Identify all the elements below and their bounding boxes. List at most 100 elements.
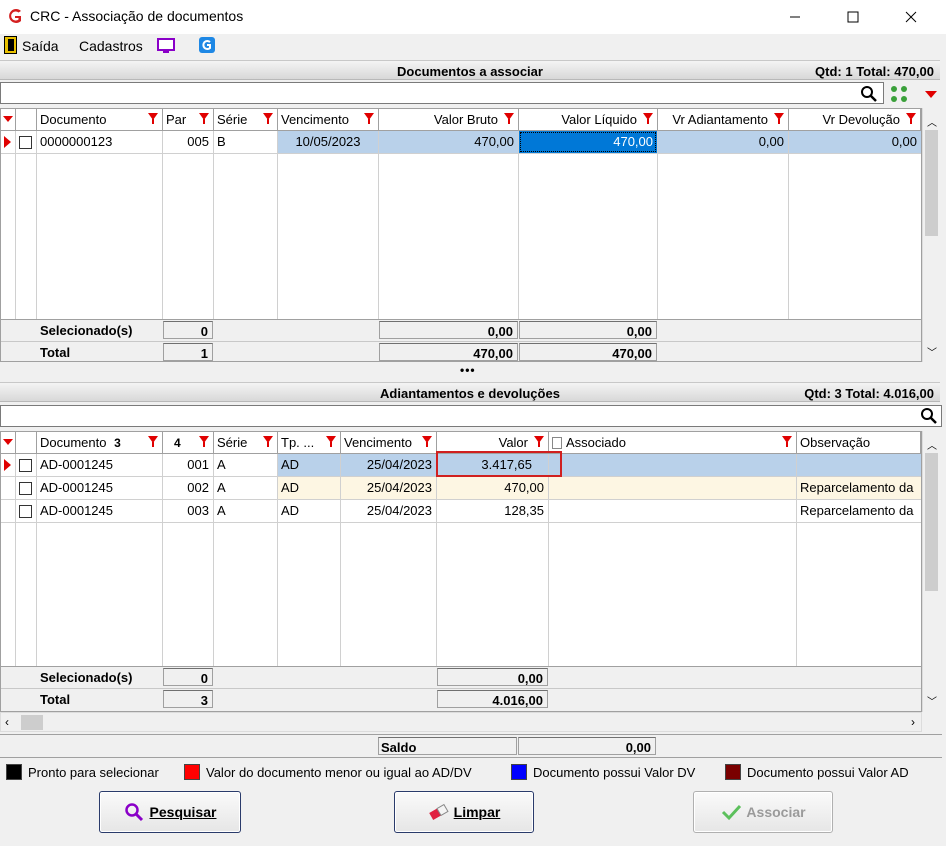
bottom-total-count: 3 xyxy=(163,690,213,708)
row-checkbox[interactable] xyxy=(19,505,32,518)
bottom-col-associado[interactable]: Associado xyxy=(549,432,797,454)
app-logo-icon xyxy=(6,7,24,25)
top-total-label: Total xyxy=(40,345,71,360)
scroll-left-icon[interactable]: ‹ xyxy=(5,715,9,729)
legend-swatch-black xyxy=(6,764,22,780)
top-col-valor-liquido[interactable]: Valor Líquido xyxy=(519,109,658,131)
bottom-vertical-scrollbar[interactable]: ︿ ﹀ xyxy=(922,431,940,712)
cell-vencimento: 10/05/2023 xyxy=(278,131,378,153)
scroll-up-icon[interactable]: ︿ xyxy=(927,437,937,452)
expand-icon[interactable] xyxy=(888,84,912,107)
cell-par: 005 xyxy=(187,134,209,149)
scroll-thumb[interactable] xyxy=(925,130,938,236)
pesquisar-button[interactable]: Pesquisar xyxy=(99,791,241,833)
filter-icon[interactable] xyxy=(364,113,374,124)
top-col-serie[interactable]: Série xyxy=(214,109,278,131)
splitter-handle[interactable]: ••• xyxy=(460,363,476,377)
cell-observacao: Reparcelamento da xyxy=(797,477,921,499)
top-col-documento[interactable]: Documento xyxy=(37,109,163,131)
search-icon[interactable] xyxy=(860,85,878,106)
row-checkbox[interactable] xyxy=(19,482,32,495)
filter-icon[interactable] xyxy=(326,436,336,447)
filter-icon[interactable] xyxy=(534,436,544,447)
filter-icon[interactable] xyxy=(199,113,209,124)
top-vertical-scrollbar[interactable]: ︿ ﹀ xyxy=(922,108,940,362)
bottom-search-input[interactable] xyxy=(0,405,942,427)
filter-icon[interactable] xyxy=(422,436,432,447)
associar-button[interactable]: Associar xyxy=(693,791,833,833)
filter-icon[interactable] xyxy=(906,113,916,124)
legend-swatch-darkred xyxy=(725,764,741,780)
eraser-icon xyxy=(428,803,449,820)
filter-icon[interactable] xyxy=(148,436,158,447)
cell-tp: AD xyxy=(281,503,300,518)
dropdown-arrow-icon[interactable] xyxy=(925,91,937,98)
bottom-indicator-header xyxy=(1,432,16,454)
menu-saida[interactable]: Saída xyxy=(22,38,59,54)
cell-tp: AD xyxy=(278,454,340,476)
filter-icon[interactable] xyxy=(504,113,514,124)
top-col-vr-devolucao[interactable]: Vr Devolução xyxy=(789,109,921,131)
highlight-box xyxy=(436,451,562,477)
cell-documento: AD-0001245 xyxy=(40,457,113,472)
app-g-icon[interactable] xyxy=(198,36,216,57)
top-col-vencimento[interactable]: Vencimento xyxy=(278,109,379,131)
scroll-down-icon[interactable]: ﹀ xyxy=(927,344,937,359)
top-search-input[interactable] xyxy=(0,82,884,104)
maximize-button[interactable] xyxy=(830,0,876,34)
filter-icon[interactable] xyxy=(263,113,273,124)
minimize-button[interactable] xyxy=(772,0,818,34)
cell-serie: B xyxy=(217,134,226,149)
pesquisar-label: Pesquisar xyxy=(149,804,217,820)
table-row[interactable]: AD-0001245 003 A AD 25/04/2023 128,35 Re… xyxy=(1,500,921,522)
filter-icon[interactable] xyxy=(774,113,784,124)
table-row[interactable]: AD-0001245 002 A AD 25/04/2023 470,00 Re… xyxy=(1,477,921,499)
row-checkbox[interactable] xyxy=(19,136,32,149)
cell-valor-liquido[interactable]: 470,00 xyxy=(519,131,657,153)
top-grid: Documento Par Série Vencimento Valor Bru… xyxy=(0,108,922,362)
filter-icon[interactable] xyxy=(643,113,653,124)
scroll-thumb[interactable] xyxy=(925,453,938,591)
bottom-col-vencimento[interactable]: Vencimento xyxy=(341,432,437,454)
exit-door-icon[interactable] xyxy=(4,36,17,54)
table-row[interactable]: 0000000123 005 B 10/05/2023 470,00 470,0… xyxy=(1,131,921,153)
bottom-total-valor: 4.016,00 xyxy=(437,690,548,708)
scroll-right-icon[interactable]: › xyxy=(911,715,915,729)
cell-associado xyxy=(549,500,796,522)
filter-icon[interactable] xyxy=(782,436,792,447)
top-check-header xyxy=(16,109,37,131)
filter-icon[interactable] xyxy=(263,436,273,447)
limpar-button[interactable]: Limpar xyxy=(394,791,534,833)
cell-vr-devolucao: 0,00 xyxy=(789,131,921,153)
top-col-valor-bruto[interactable]: Valor Bruto xyxy=(379,109,519,131)
bottom-col-serie[interactable]: Série xyxy=(214,432,278,454)
bottom-selecionados-valor: 0,00 xyxy=(437,668,548,686)
bottom-check-header xyxy=(16,432,37,454)
monitor-icon[interactable] xyxy=(156,37,176,58)
legend-label: Pronto para selecionar xyxy=(28,765,159,780)
legend-swatch-blue xyxy=(511,764,527,780)
menu-cadastros[interactable]: Cadastros xyxy=(79,38,143,54)
search-icon xyxy=(124,803,143,822)
search-icon[interactable] xyxy=(920,407,938,428)
cell-vencimento: 25/04/2023 xyxy=(341,477,436,499)
filter-icon[interactable] xyxy=(199,436,209,447)
legend-label: Valor do documento menor ou igual ao AD/… xyxy=(206,765,472,780)
saldo-label: Saldo xyxy=(378,737,517,755)
scroll-up-icon[interactable]: ︿ xyxy=(927,114,937,129)
bottom-col-tp[interactable]: Tp. ... xyxy=(278,432,341,454)
bottom-col-par[interactable]: 4 xyxy=(163,432,214,454)
bottom-col-documento[interactable]: Documento 3 xyxy=(37,432,163,454)
bottom-horizontal-scrollbar[interactable]: ‹ › xyxy=(0,712,922,732)
scroll-thumb[interactable] xyxy=(21,715,43,730)
close-button[interactable] xyxy=(888,0,934,34)
top-col-vr-adiantamento[interactable]: Vr Adiantamento xyxy=(658,109,789,131)
top-col-par[interactable]: Par xyxy=(163,109,214,131)
legend-label: Documento possui Valor AD xyxy=(747,765,909,780)
window-title: CRC - Associação de documentos xyxy=(30,8,244,24)
top-total-liquido: 470,00 xyxy=(519,343,657,361)
scroll-down-icon[interactable]: ﹀ xyxy=(927,693,937,708)
row-checkbox[interactable] xyxy=(19,459,32,472)
filter-icon[interactable] xyxy=(148,113,158,124)
bottom-col-observacao[interactable]: Observação xyxy=(797,432,921,454)
